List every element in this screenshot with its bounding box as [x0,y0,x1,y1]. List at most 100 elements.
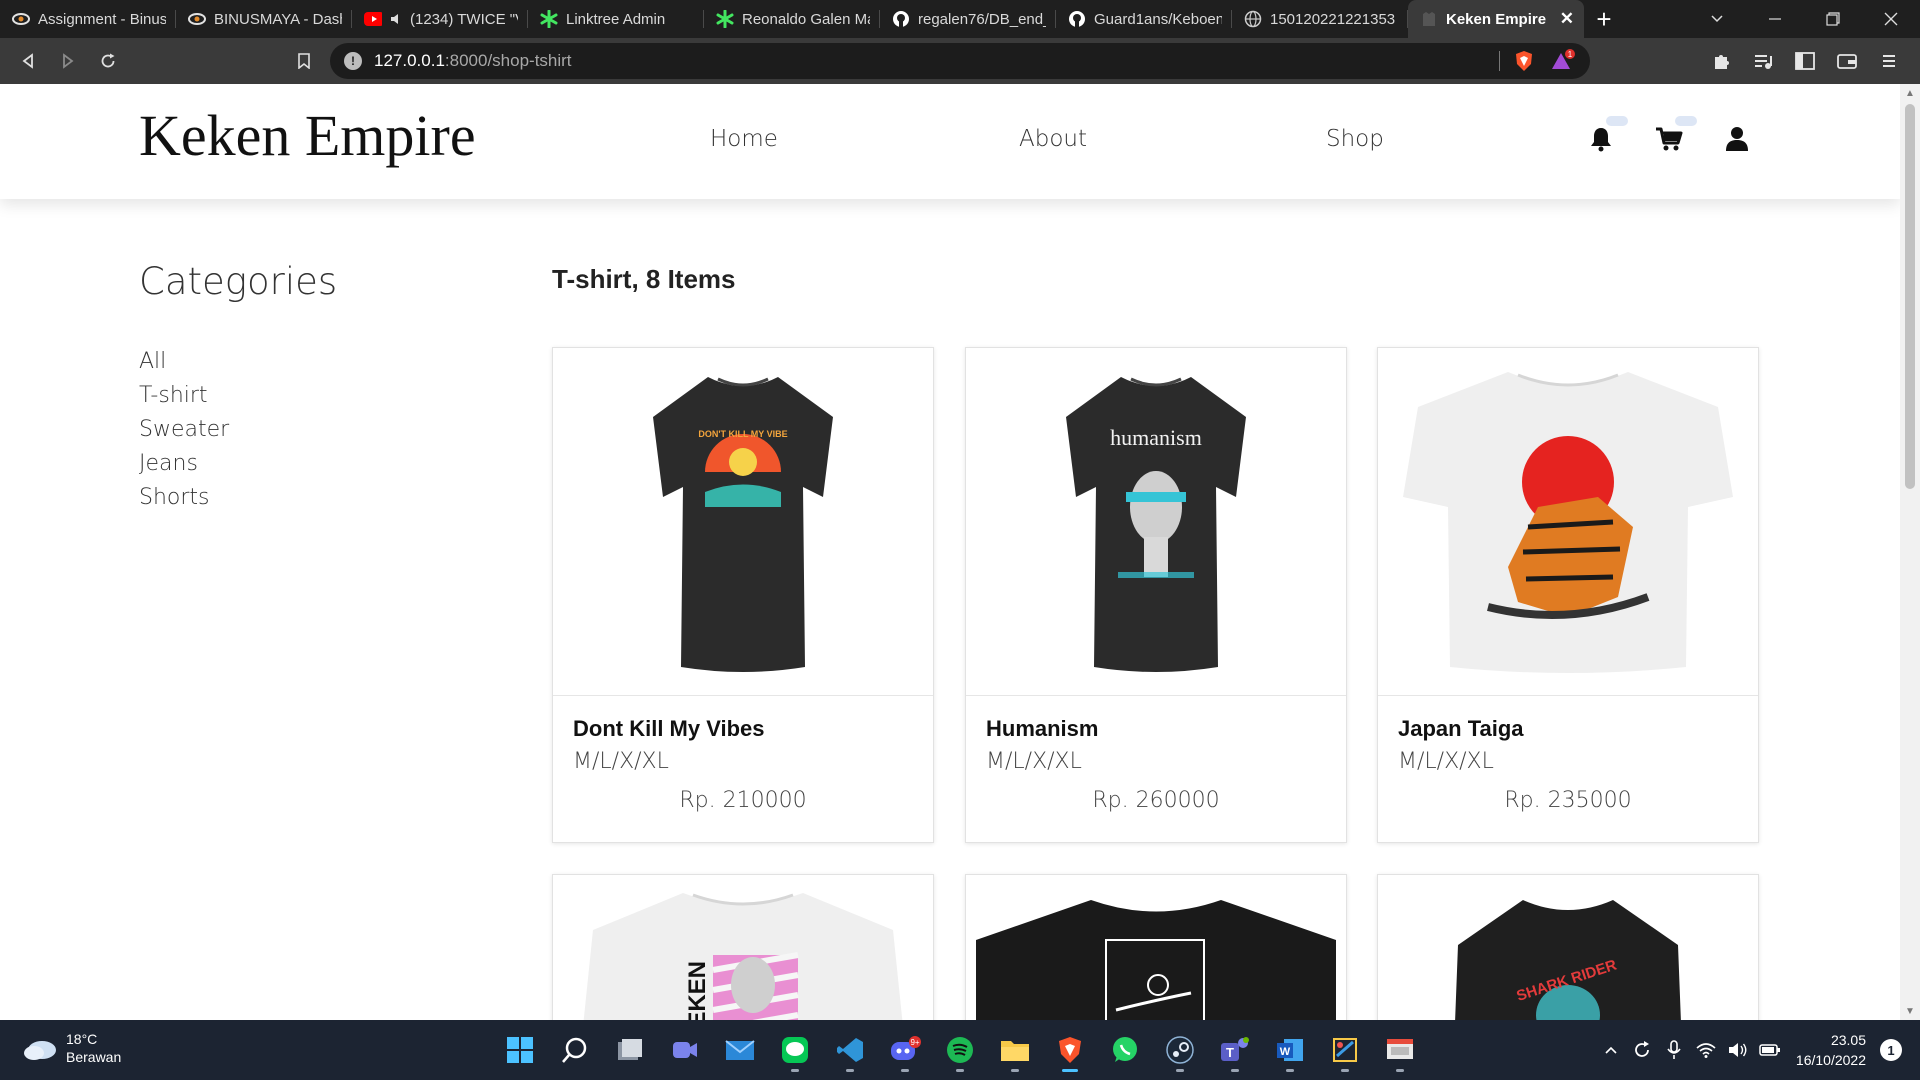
brave-rewards-icon[interactable]: 1 [1550,49,1576,73]
category-all[interactable]: All [139,345,229,379]
bookmark-icon[interactable] [284,41,324,81]
site-icon [1420,10,1438,28]
weather-widget[interactable]: 18°C Berawan [22,1030,121,1066]
start-icon[interactable] [500,1030,540,1070]
close-window-icon[interactable] [1862,0,1920,38]
bell-icon[interactable] [1586,124,1616,154]
mail-icon[interactable] [720,1030,760,1070]
chevron-up-icon[interactable] [1596,1029,1626,1071]
app-window-icon[interactable] [1380,1030,1420,1072]
user-icon[interactable] [1722,124,1752,154]
tab-youtube[interactable]: (1234) TWICE "V [352,0,528,38]
site-logo[interactable]: Keken Empire [139,102,476,169]
tab-keken-empire[interactable]: Keken Empire ✕ [1408,0,1584,38]
tab-linktree-reonaldo[interactable]: Reonaldo Galen Ma [704,0,880,38]
cart-icon[interactable] [1654,124,1684,154]
wallet-icon[interactable] [1826,40,1868,82]
product-card[interactable]: DON'T KILL MY VIBE Dont Kill My Vibes M/… [552,347,934,843]
tab-linktree-admin[interactable]: Linktree Admin [528,0,704,38]
weather-desc: Berawan [66,1049,122,1065]
product-card[interactable]: KEKEN [552,874,934,1020]
word-icon[interactable]: W [1270,1030,1310,1072]
spotify-icon[interactable] [940,1030,980,1072]
product-image[interactable]: humanism [966,348,1346,696]
product-sizes: M/L/X/XL [1398,749,1494,774]
brave-shield-icon[interactable] [1512,49,1536,73]
minimize-icon[interactable] [1746,0,1804,38]
svg-text:9+: 9+ [910,1038,919,1047]
tab-binusmaya[interactable]: BINUSMAYA - Dash [176,0,352,38]
sidebar-toggle-icon[interactable] [1784,40,1826,82]
speaker-icon[interactable] [390,10,404,28]
browser-toolbar: ! 127.0.0.1:8000/shop-tshirt 1 [0,38,1920,84]
address-bar[interactable]: ! 127.0.0.1:8000/shop-tshirt 1 [330,43,1590,79]
cart-badge [1675,116,1697,126]
notification-count[interactable]: 1 [1880,1039,1902,1061]
product-card[interactable]: SHARK RIDER [1377,874,1759,1020]
volume-icon[interactable] [1722,1029,1754,1071]
product-name[interactable]: Humanism [986,716,1098,742]
teams-icon[interactable]: T [1215,1030,1255,1072]
reload-icon[interactable] [88,41,128,81]
brave-icon[interactable] [1050,1030,1090,1072]
tab-search-icon[interactable] [1688,0,1746,38]
product-image[interactable] [1378,348,1758,696]
battery-icon[interactable] [1754,1029,1786,1071]
meet-icon[interactable] [665,1030,705,1070]
product-image[interactable] [966,875,1346,1020]
snipping-tool-icon[interactable] [1325,1030,1365,1072]
product-name[interactable]: Dont Kill My Vibes [573,716,765,742]
binus-icon [188,10,206,28]
category-tshirt[interactable]: T-shirt [139,379,229,413]
sync-icon[interactable] [1626,1029,1658,1071]
file-explorer-icon[interactable] [995,1030,1035,1072]
product-name[interactable]: Japan Taiga [1398,716,1524,742]
microphone-icon[interactable] [1658,1029,1690,1071]
nav-about[interactable]: About [1019,126,1087,152]
extensions-icon[interactable] [1700,40,1742,82]
line-icon[interactable] [775,1030,815,1072]
nav-home[interactable]: Home [710,126,778,152]
tab-github-keboen[interactable]: Guard1ans/Keboen [1056,0,1232,38]
nav-shop[interactable]: Shop [1326,126,1384,152]
category-jeans[interactable]: Jeans [139,447,229,481]
product-card[interactable]: humanism Humanism M/L/X/XL Rp. 260000 [965,347,1347,843]
section-title: T-shirt, 8 Items [552,264,736,294]
tab-github-db[interactable]: regalen76/DB_end_ [880,0,1056,38]
browser-tab-strip: Assignment - Binus BINUSMAYA - Dash (123… [0,0,1920,38]
forward-icon[interactable] [48,41,88,81]
svg-text:KEKEN: KEKEN [684,961,711,1020]
scroll-up-arrow[interactable]: ▲ [1900,84,1920,102]
taskbar: 18°C Berawan 9+ T W 23.05 16/10/2022 1 [0,1020,1920,1080]
product-image[interactable]: DON'T KILL MY VIBE [553,348,933,696]
scroll-down-arrow[interactable]: ▼ [1900,1002,1920,1020]
product-image[interactable]: SHARK RIDER [1378,875,1758,1020]
categories-title: Categories [139,260,338,303]
product-card[interactable] [965,874,1347,1020]
tshirt-shape [653,376,833,672]
scrollbar-thumb[interactable] [1905,104,1915,489]
site-info-icon[interactable]: ! [344,52,362,70]
vscode-icon[interactable] [830,1030,870,1072]
discord-icon[interactable]: 9+ [885,1030,925,1072]
wifi-icon[interactable] [1690,1029,1722,1071]
product-image[interactable]: KEKEN [553,875,933,1020]
whatsapp-icon[interactable] [1105,1030,1145,1070]
media-queue-icon[interactable] [1742,40,1784,82]
menu-icon[interactable] [1868,40,1910,82]
clock[interactable]: 23.05 16/10/2022 [1796,1030,1866,1070]
restore-icon[interactable] [1804,0,1862,38]
close-tab-icon[interactable]: ✕ [1560,9,1574,29]
category-sweater[interactable]: Sweater [139,413,229,447]
category-shorts[interactable]: Shorts [139,481,229,515]
tab-assignment[interactable]: Assignment - Binus [0,0,176,38]
new-tab-button[interactable]: + [1584,0,1624,38]
product-card[interactable]: Japan Taiga M/L/X/XL Rp. 235000 [1377,347,1759,843]
search-icon[interactable] [555,1030,595,1070]
task-view-icon[interactable] [610,1030,650,1070]
page-scrollbar[interactable]: ▲ ▼ [1900,84,1920,1020]
tab-globe[interactable]: 150120221221353 [1232,0,1408,38]
back-icon[interactable] [8,41,48,81]
product-sizes: M/L/X/XL [986,749,1082,774]
steam-icon[interactable] [1160,1030,1200,1072]
